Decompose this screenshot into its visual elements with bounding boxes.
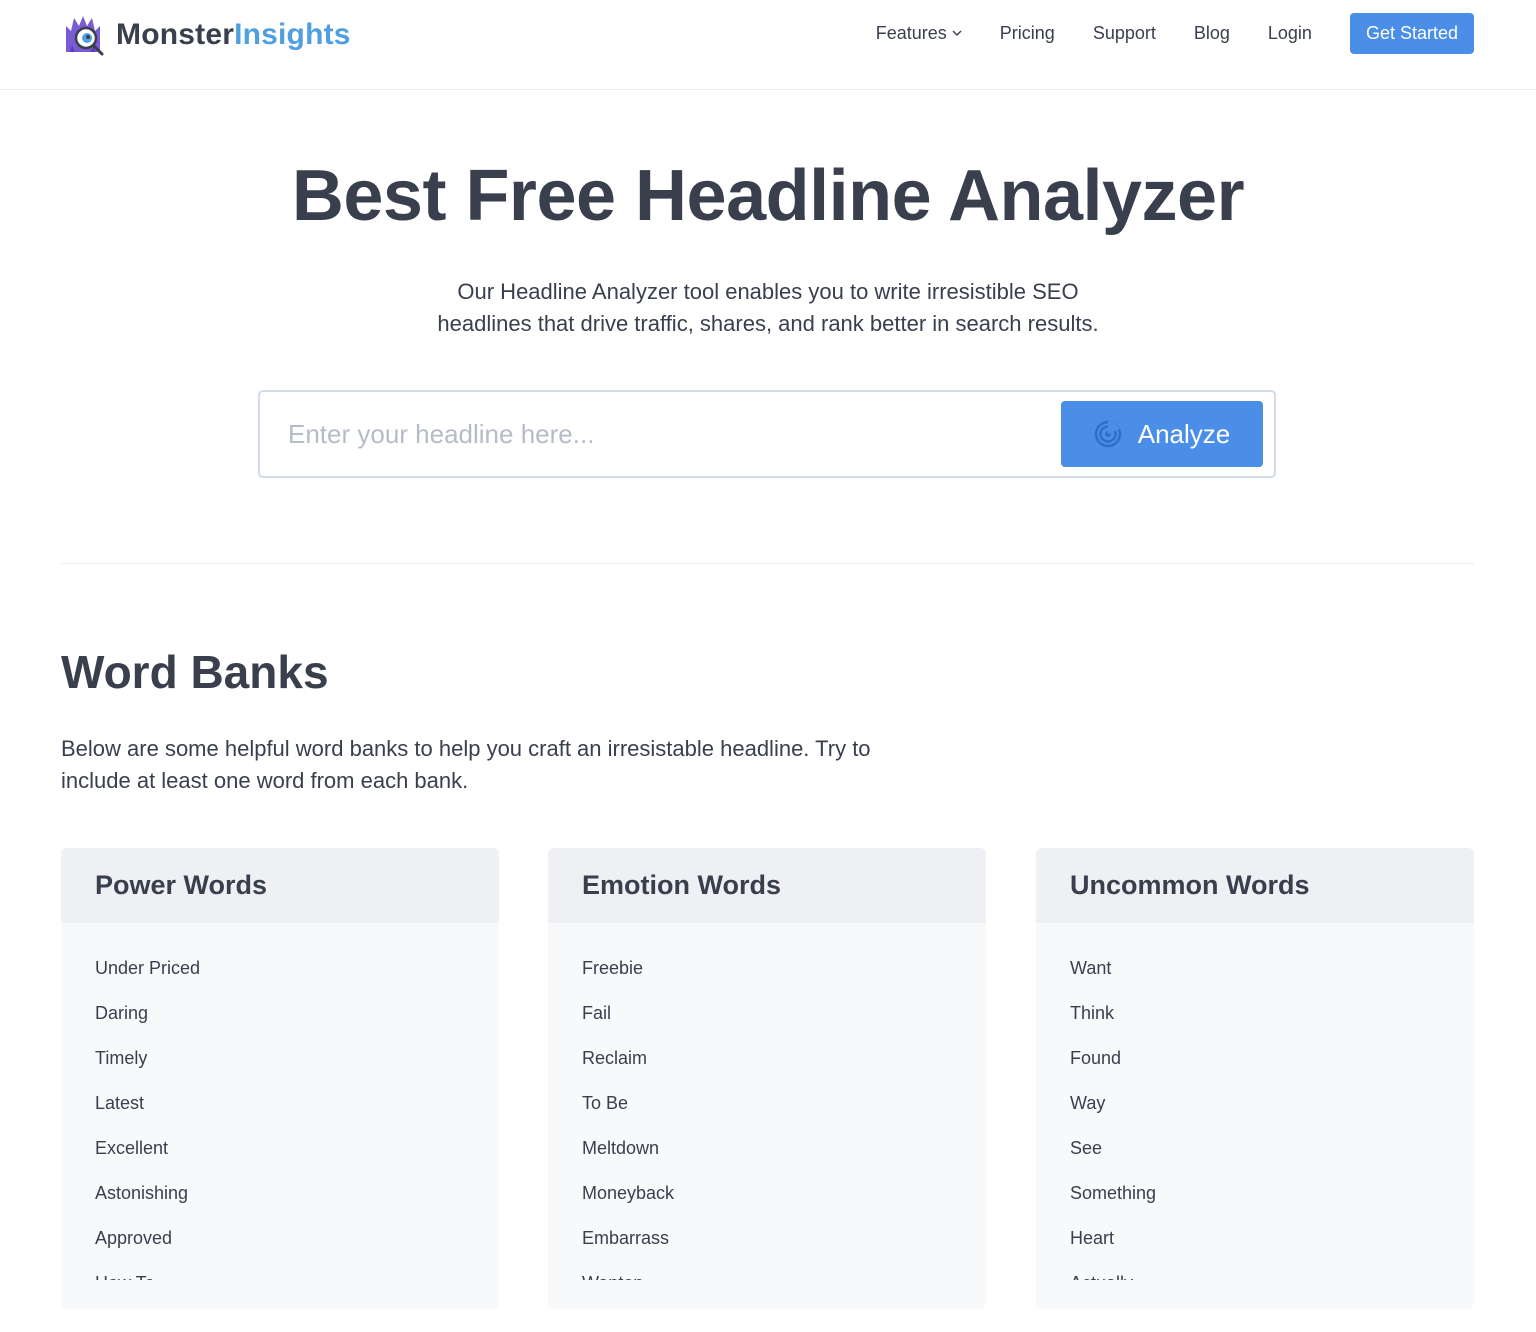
nav-features-label: Features (875, 22, 947, 43)
hero-subtitle-line-1: Our Headline Analyzer tool enables you t… (457, 279, 1079, 304)
word-banks-title: Word Banks (61, 646, 329, 698)
main-nav: Features Pricing Support Blog Login Get … (876, 12, 1474, 54)
hero-subtitle-line-2: headlines that drive traffic, shares, an… (437, 311, 1099, 336)
list-item: Daring (95, 1003, 149, 1023)
list-item: Excellent (95, 1138, 169, 1158)
list-item: Latest (95, 1093, 145, 1113)
list-item: Meltdown (582, 1138, 660, 1158)
logo-text: MonsterInsights (116, 18, 351, 51)
list-item: Something (1070, 1183, 1157, 1203)
list-item: How To (95, 1271, 200, 1280)
nav-login[interactable]: Login (1268, 23, 1312, 44)
list-item: Want (1070, 958, 1112, 978)
list-item: Under Priced (95, 958, 201, 978)
word-bank-card-uncommon: Uncommon Words Want Think Found Way See … (1036, 848, 1474, 1309)
list-item: See (1070, 1138, 1103, 1158)
word-bank-card-emotion: Emotion Words Freebie Fail Reclaim To Be… (548, 848, 986, 1309)
list-item: Reclaim (582, 1048, 648, 1068)
site-header: MonsterInsights Features Pricing Support… (0, 0, 1536, 90)
list-item: Wanton (582, 1271, 674, 1280)
word-list: Want Think Found Way See Something Heart… (1070, 956, 1156, 1280)
word-banks-description-line-1: Below are some helpful word banks to hel… (61, 736, 871, 761)
section-divider (61, 563, 1474, 564)
word-bank-card-power: Power Words Under Priced Daring Timely L… (61, 848, 499, 1309)
analyze-label: Analyze (1137, 418, 1231, 449)
list-item: Found (1070, 1048, 1122, 1068)
list-item: Heart (1070, 1228, 1115, 1248)
logo[interactable]: MonsterInsights (60, 10, 351, 60)
list-item: Approved (95, 1228, 173, 1248)
list-item: Timely (95, 1048, 148, 1068)
nav-blog[interactable]: Blog (1194, 23, 1230, 44)
monster-logo-icon (66, 16, 104, 56)
nav-pricing[interactable]: Pricing (1000, 23, 1055, 44)
headline-input[interactable] (288, 412, 1048, 456)
word-bank-title: Uncommon Words (1036, 848, 1474, 923)
get-started-button[interactable]: Get Started (1349, 12, 1474, 54)
list-item: To Be (582, 1093, 629, 1113)
page-title: Best Free Headline Analyzer (291, 156, 1245, 236)
list-item: Embarrass (582, 1228, 670, 1248)
headline-form: Analyze (258, 390, 1276, 478)
list-item: Way (1070, 1093, 1106, 1113)
list-item: Moneyback (582, 1183, 675, 1203)
nav-features[interactable]: Features (876, 23, 962, 44)
chevron-down-icon (952, 30, 962, 36)
analyze-button[interactable]: Analyze (1061, 401, 1263, 467)
list-item: Actually (1070, 1271, 1156, 1280)
word-banks-description-line-2: include at least one word from each bank… (61, 768, 469, 793)
word-bank-title: Power Words (61, 848, 499, 923)
nav-support[interactable]: Support (1093, 23, 1156, 44)
radar-icon (1094, 420, 1121, 448)
list-item: Freebie (582, 958, 644, 978)
list-item: Think (1070, 1003, 1115, 1023)
word-list: Under Priced Daring Timely Latest Excell… (95, 956, 200, 1280)
list-item: Astonishing (95, 1183, 189, 1203)
list-item: Fail (582, 1003, 612, 1023)
hero-subtitle: Our Headline Analyzer tool enables you t… (368, 276, 1168, 340)
word-bank-title: Emotion Words (548, 848, 986, 923)
word-list: Freebie Fail Reclaim To Be Meltdown Mone… (582, 956, 674, 1280)
word-banks-description: Below are some helpful word banks to hel… (61, 733, 921, 797)
